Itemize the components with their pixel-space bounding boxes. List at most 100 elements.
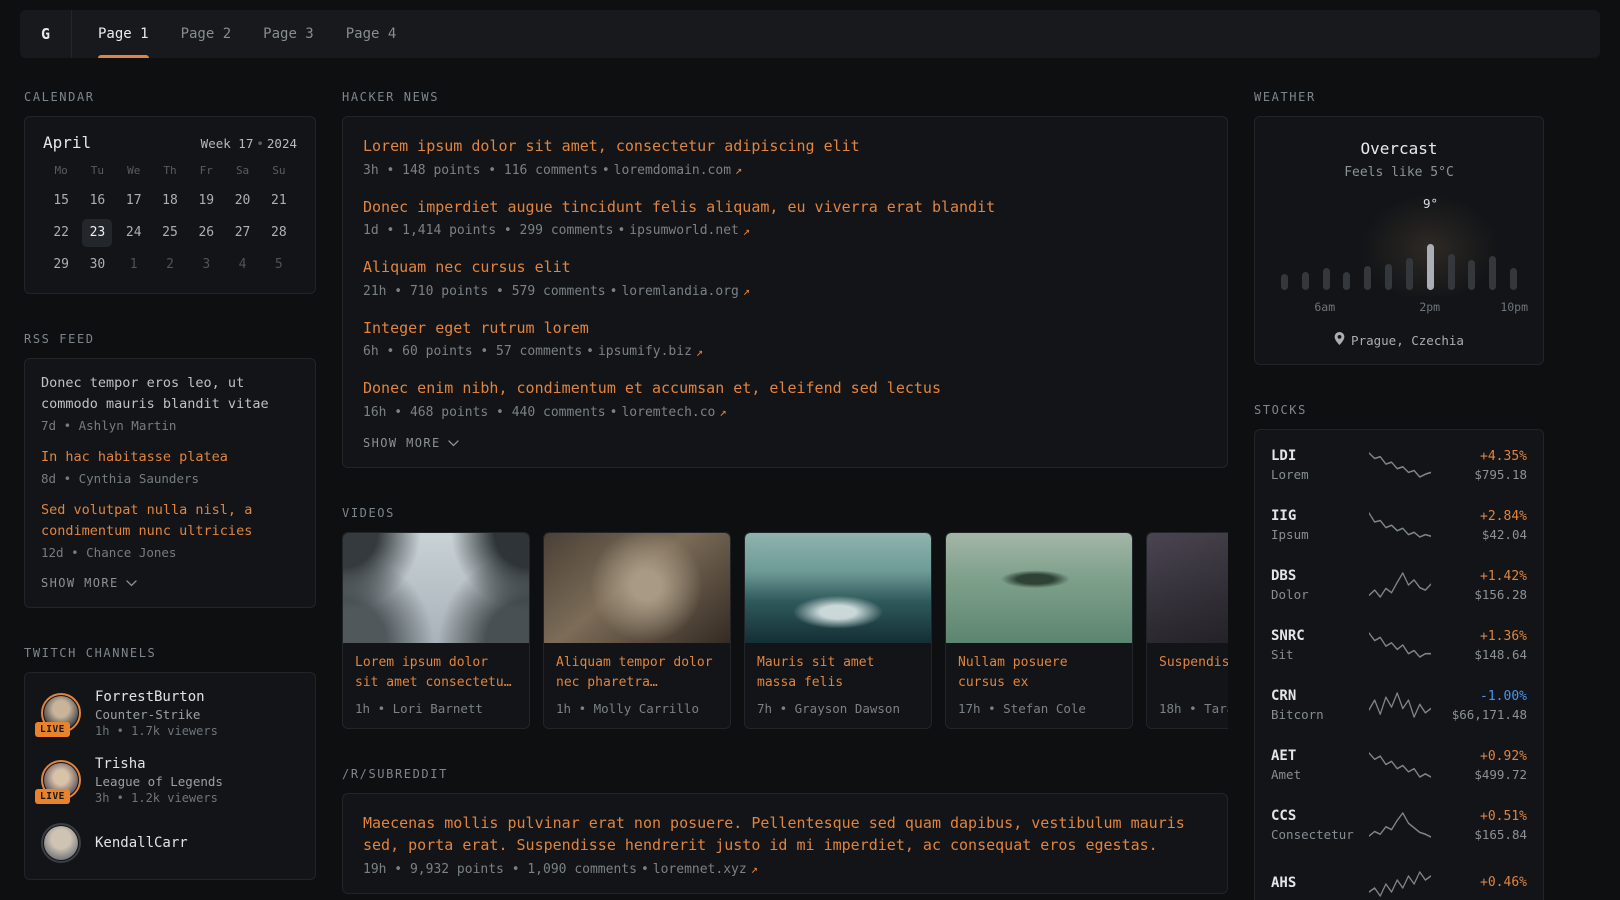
stock-row[interactable]: DBS Dolor +1.42% $156.28 <box>1255 555 1543 615</box>
stock-values: +0.46% <box>1437 875 1527 893</box>
hn-headline-link[interactable]: Aliquam nec cursus elit <box>363 256 1207 279</box>
video-title-link[interactable]: Nullam posuere cursus ex <box>958 653 1120 694</box>
video-title-link[interactable]: Lorem ipsum dolor sit amet consectetu… <box>355 653 517 694</box>
subreddit-headline-link[interactable]: Maecenas mollis pulvinar erat non posuer… <box>363 812 1207 857</box>
stock-row[interactable]: AHS +0.46% <box>1255 855 1543 900</box>
subreddit-card: Maecenas mollis pulvinar erat non posuer… <box>342 793 1228 894</box>
stock-price: $66,171.48 <box>1437 707 1527 722</box>
hn-item: Lorem ipsum dolor sit amet, consectetur … <box>363 135 1207 178</box>
rss-item: In hac habitasse platea 8d • Cynthia Sau… <box>41 447 299 486</box>
video-thumbnail[interactable] <box>745 533 931 643</box>
stock-company: Ipsum <box>1271 527 1363 542</box>
stock-row[interactable]: LDI Lorem +4.35% $795.18 <box>1255 435 1543 495</box>
video-thumbnail[interactable] <box>343 533 529 643</box>
right-column: WEATHER Overcast Feels like 5°C 9° 6am 2… <box>1254 90 1544 900</box>
rss-show-more-button[interactable]: SHOW MORE <box>41 576 137 590</box>
stock-price: $148.64 <box>1437 647 1527 662</box>
weather-bar <box>1406 258 1413 290</box>
stocks-card: LDI Lorem +4.35% $795.18 IIG Ipsum <box>1254 429 1544 900</box>
twitch-channel-row[interactable]: KendallCarr <box>41 823 299 863</box>
video-info: Nullam posuere cursus ex 17h • Stefan Co… <box>946 643 1132 728</box>
stock-row[interactable]: CCS Consectetur +0.51% $165.84 <box>1255 795 1543 855</box>
video-thumbnail[interactable] <box>946 533 1132 643</box>
hn-meta-text: 3h • 148 points • 116 comments <box>363 163 598 178</box>
video-title-link[interactable]: Mauris sit amet massa felis <box>757 653 919 694</box>
hn-domain: ipsumify.biz <box>598 344 692 359</box>
external-link-icon: ↗ <box>735 163 742 177</box>
weather-location-text: Prague, Czechia <box>1351 333 1464 348</box>
tab-page-2[interactable]: Page 2 <box>165 10 248 58</box>
hn-item-meta: 3h • 148 points • 116 comments•loremdoma… <box>363 163 1207 178</box>
twitch-widget-title: TWITCH CHANNELS <box>24 646 316 660</box>
stock-row[interactable]: IIG Ipsum +2.84% $42.04 <box>1255 495 1543 555</box>
stock-price: $156.28 <box>1437 587 1527 602</box>
hn-headline-link[interactable]: Integer eget rutrum lorem <box>363 317 1207 340</box>
stock-row[interactable]: SNRC Sit +1.36% $148.64 <box>1255 615 1543 675</box>
hn-domain: loremtech.co <box>621 405 715 420</box>
twitch-channel-row[interactable]: LIVE ForrestBurton Counter-Strike 1h • 1… <box>41 689 299 738</box>
stock-identity: DBS Dolor <box>1271 568 1363 602</box>
video-thumbnail[interactable] <box>544 533 730 643</box>
weather-time-label: 6am <box>1314 300 1335 314</box>
tab-page-1[interactable]: Page 1 <box>82 10 165 58</box>
calendar-day: 19 <box>191 187 221 215</box>
hn-domain-link[interactable]: loremtech.co↗ <box>621 405 726 420</box>
weather-time-label: 2pm <box>1419 300 1440 314</box>
calendar-day: 25 <box>155 219 185 247</box>
video-card: Nullam posuere cursus ex 17h • Stefan Co… <box>945 532 1133 729</box>
hn-headline-link[interactable]: Donec enim nibh, condimentum et accumsan… <box>363 377 1207 400</box>
hn-domain: loremdomain.com <box>614 163 731 178</box>
calendar-header: April Week 17•2024 <box>43 133 297 152</box>
rss-headline-link[interactable]: Sed volutpat nulla nisl, a condimentum n… <box>41 500 299 542</box>
hackernews-widget: HACKER NEWS Lorem ipsum dolor sit amet, … <box>342 90 1228 468</box>
stock-ticker: DBS <box>1271 568 1363 584</box>
hn-item-meta: 6h • 60 points • 57 comments•ipsumify.bi… <box>363 344 1207 359</box>
videos-row: Lorem ipsum dolor sit amet consectetu… 1… <box>342 532 1228 729</box>
calendar-day: 15 <box>46 187 76 215</box>
rss-headline-link[interactable]: In hac habitasse platea <box>41 447 299 468</box>
stocks-widget-title: STOCKS <box>1254 403 1544 417</box>
hn-headline-link[interactable]: Lorem ipsum dolor sit amet, consectetur … <box>363 135 1207 158</box>
channel-meta: 3h • 1.2k viewers <box>95 791 223 805</box>
hn-domain-link[interactable]: ipsumify.biz↗ <box>598 344 703 359</box>
dashboard: CALENDAR April Week 17•2024 Mo Tu We Th … <box>0 58 1620 900</box>
video-title-link[interactable]: Suspendisse diam <box>1159 653 1228 694</box>
avatar: LIVE <box>41 693 81 733</box>
calendar-day: 26 <box>191 219 221 247</box>
calendar-dow: Tu <box>79 164 115 183</box>
app-logo[interactable]: G <box>20 10 72 58</box>
middle-column: HACKER NEWS Lorem ipsum dolor sit amet, … <box>342 90 1228 900</box>
separator-dot: • <box>617 223 625 238</box>
video-title-link[interactable]: Aliquam tempor dolor nec pharetra… <box>556 653 718 694</box>
stock-row[interactable]: AET Amet +0.92% $499.72 <box>1255 735 1543 795</box>
hn-domain-link[interactable]: loremlandia.org↗ <box>621 284 750 299</box>
weather-bar <box>1343 272 1350 290</box>
calendar-dow: Mo <box>43 164 79 183</box>
weather-bar <box>1510 268 1517 290</box>
tab-page-4[interactable]: Page 4 <box>330 10 413 58</box>
stock-identity: CCS Consectetur <box>1271 808 1363 842</box>
hn-headline-link[interactable]: Donec imperdiet augue tincidunt felis al… <box>363 196 1207 219</box>
twitch-channel-row[interactable]: LIVE Trisha League of Legends 3h • 1.2k … <box>41 756 299 805</box>
rss-headline-link[interactable]: Donec tempor eros leo, ut commodo mauris… <box>41 373 299 415</box>
calendar-day: 16 <box>82 187 112 215</box>
hn-item: Integer eget rutrum lorem 6h • 60 points… <box>363 317 1207 360</box>
hn-item: Donec enim nibh, condimentum et accumsan… <box>363 377 1207 420</box>
video-meta: 18h • Tara <box>1159 701 1228 716</box>
video-thumbnail[interactable] <box>1147 533 1228 643</box>
hn-domain-link[interactable]: loremdomain.com ↗ <box>614 163 743 178</box>
subreddit-domain-link[interactable]: loremnet.xyz↗ <box>653 862 758 877</box>
stocks-widget: STOCKS LDI Lorem +4.35% $795.18 IIG <box>1254 403 1544 900</box>
stock-row[interactable]: CRN Bitcorn -1.00% $66,171.48 <box>1255 675 1543 735</box>
avatar: LIVE <box>41 760 81 800</box>
tab-page-3[interactable]: Page 3 <box>247 10 330 58</box>
separator-dot: • <box>641 862 649 877</box>
video-meta: 7h • Grayson Dawson <box>757 701 919 716</box>
weather-chart-bars: 9° <box>1271 218 1527 290</box>
hn-show-more-button[interactable]: SHOW MORE <box>363 436 459 450</box>
hn-domain-link[interactable]: ipsumworld.net↗ <box>629 223 750 238</box>
external-link-icon: ↗ <box>743 284 750 298</box>
video-info: Aliquam tempor dolor nec pharetra… 1h • … <box>544 643 730 728</box>
stock-change: -1.00% <box>1437 689 1527 704</box>
stock-sparkline <box>1369 569 1431 601</box>
